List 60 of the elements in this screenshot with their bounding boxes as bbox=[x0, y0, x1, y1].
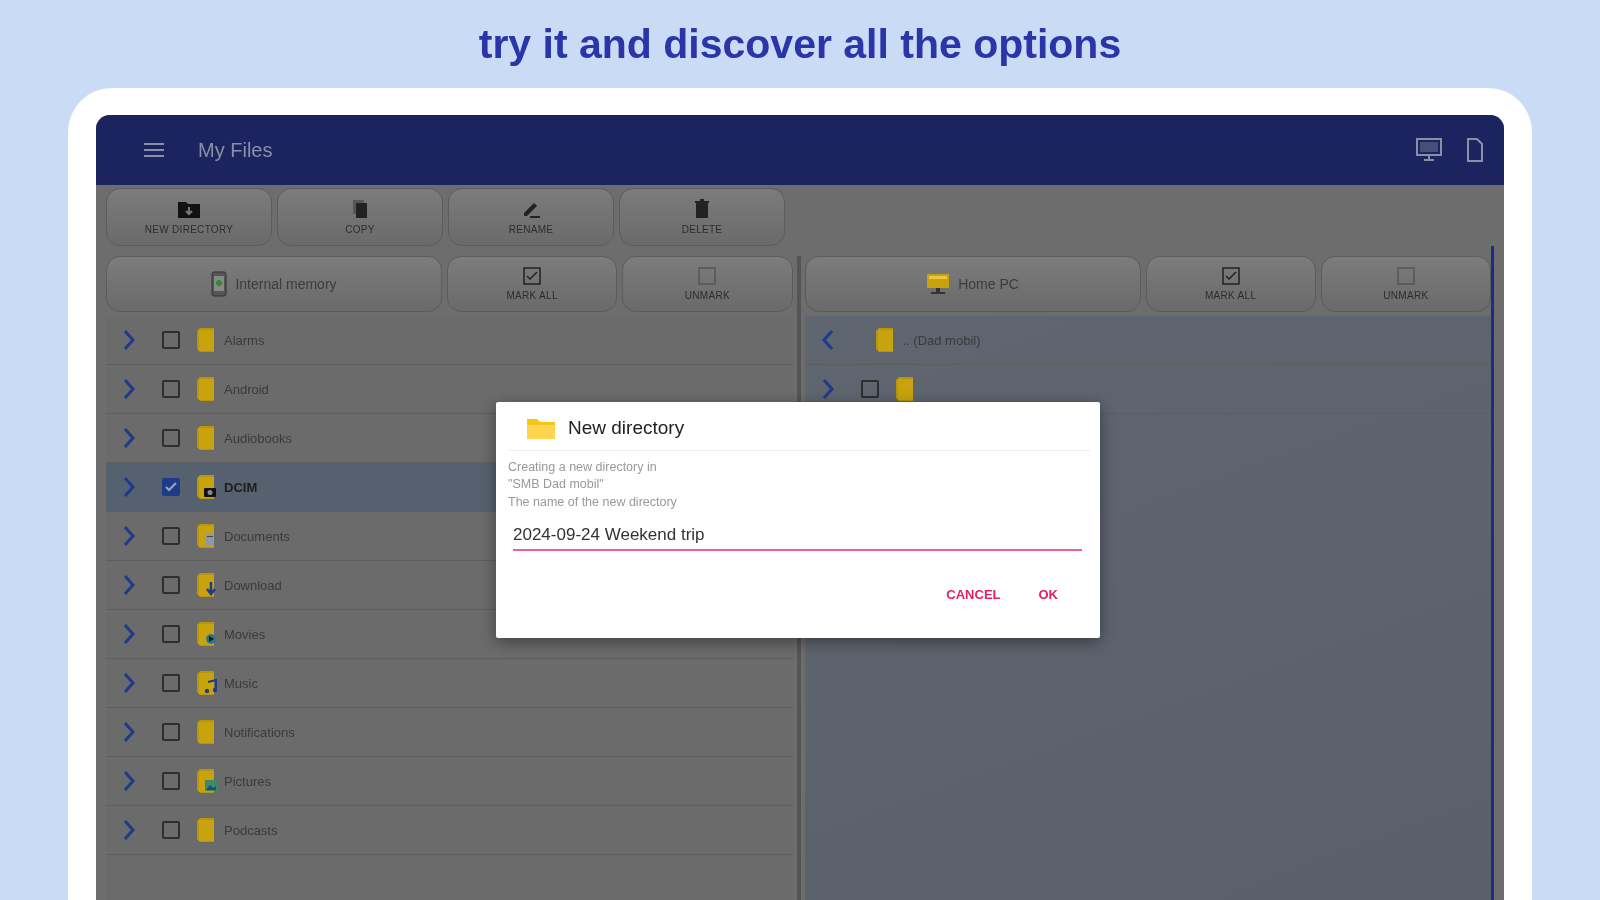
expand-chevron-icon[interactable] bbox=[820, 378, 835, 400]
checkbox[interactable] bbox=[162, 723, 180, 741]
expand-chevron-icon[interactable] bbox=[122, 378, 136, 400]
checkbox[interactable] bbox=[162, 331, 180, 349]
phone-icon bbox=[211, 271, 228, 297]
expand-chevron-icon[interactable] bbox=[122, 574, 136, 596]
monitor-icon[interactable] bbox=[1416, 138, 1442, 162]
location-selector[interactable]: Home PC bbox=[804, 256, 1141, 312]
unmark-button[interactable]: UNMARK bbox=[622, 256, 793, 312]
rename-button[interactable]: RENAME bbox=[448, 188, 614, 246]
checkbox[interactable] bbox=[162, 380, 180, 398]
expand-chevron-icon[interactable] bbox=[122, 721, 136, 743]
folder-name: DCIM bbox=[224, 479, 258, 495]
field-label: The name of the new directory bbox=[508, 495, 678, 509]
checkbox[interactable] bbox=[162, 576, 180, 594]
checkbox[interactable] bbox=[162, 625, 180, 643]
unmark-button[interactable]: UNMARK bbox=[1320, 256, 1491, 312]
back-chevron-icon[interactable] bbox=[820, 329, 835, 351]
checkbox-empty-icon bbox=[1396, 267, 1415, 285]
expand-chevron-icon[interactable] bbox=[122, 819, 136, 841]
checkbox[interactable] bbox=[162, 429, 180, 447]
expand-chevron-icon[interactable] bbox=[122, 672, 136, 694]
dialog-title: New directory bbox=[568, 417, 685, 439]
checkbox[interactable] bbox=[162, 772, 180, 790]
video-folder-icon bbox=[196, 621, 218, 647]
checkbox-checked-icon bbox=[523, 267, 542, 285]
picture-folder-icon bbox=[196, 768, 218, 794]
checkbox[interactable] bbox=[162, 478, 180, 496]
expand-chevron-icon[interactable] bbox=[122, 329, 136, 351]
music-folder-icon bbox=[196, 670, 218, 696]
checkbox[interactable] bbox=[162, 821, 180, 839]
new-directory-button[interactable]: NEW DIRECTORY bbox=[106, 188, 272, 246]
checkbox-checked-icon bbox=[1221, 267, 1240, 285]
copy-button[interactable]: COPY bbox=[277, 188, 443, 246]
checkbox[interactable] bbox=[162, 674, 180, 692]
trash-icon bbox=[694, 199, 710, 219]
cancel-button[interactable]: CANCEL bbox=[944, 583, 1003, 606]
checkbox[interactable] bbox=[860, 380, 879, 398]
checkbox-empty-icon bbox=[698, 267, 717, 285]
ok-button[interactable]: OK bbox=[1036, 583, 1060, 606]
mark-all-button[interactable]: MARK ALL bbox=[1145, 256, 1316, 312]
expand-chevron-icon[interactable] bbox=[122, 623, 136, 645]
headline: try it and discover all the options bbox=[477, 19, 1123, 69]
folder-icon bbox=[526, 416, 556, 440]
delete-button[interactable]: DELETE bbox=[619, 188, 785, 246]
copy-icon bbox=[351, 199, 369, 219]
folder-plus-icon bbox=[177, 199, 201, 219]
network-folder-icon bbox=[926, 272, 951, 296]
expand-chevron-icon[interactable] bbox=[122, 476, 136, 498]
expand-chevron-icon[interactable] bbox=[122, 525, 136, 547]
checkbox[interactable] bbox=[162, 527, 180, 545]
expand-chevron-icon[interactable] bbox=[122, 770, 136, 792]
expand-chevron-icon[interactable] bbox=[122, 427, 136, 449]
camera-folder-icon bbox=[196, 474, 218, 500]
document-icon[interactable] bbox=[1466, 138, 1484, 162]
download-folder-icon bbox=[196, 572, 218, 598]
menu-icon[interactable] bbox=[144, 142, 164, 158]
location-selector[interactable]: Internal memory bbox=[106, 256, 442, 312]
app-title: My Files bbox=[198, 138, 273, 162]
mark-all-button[interactable]: MARK ALL bbox=[447, 256, 618, 312]
